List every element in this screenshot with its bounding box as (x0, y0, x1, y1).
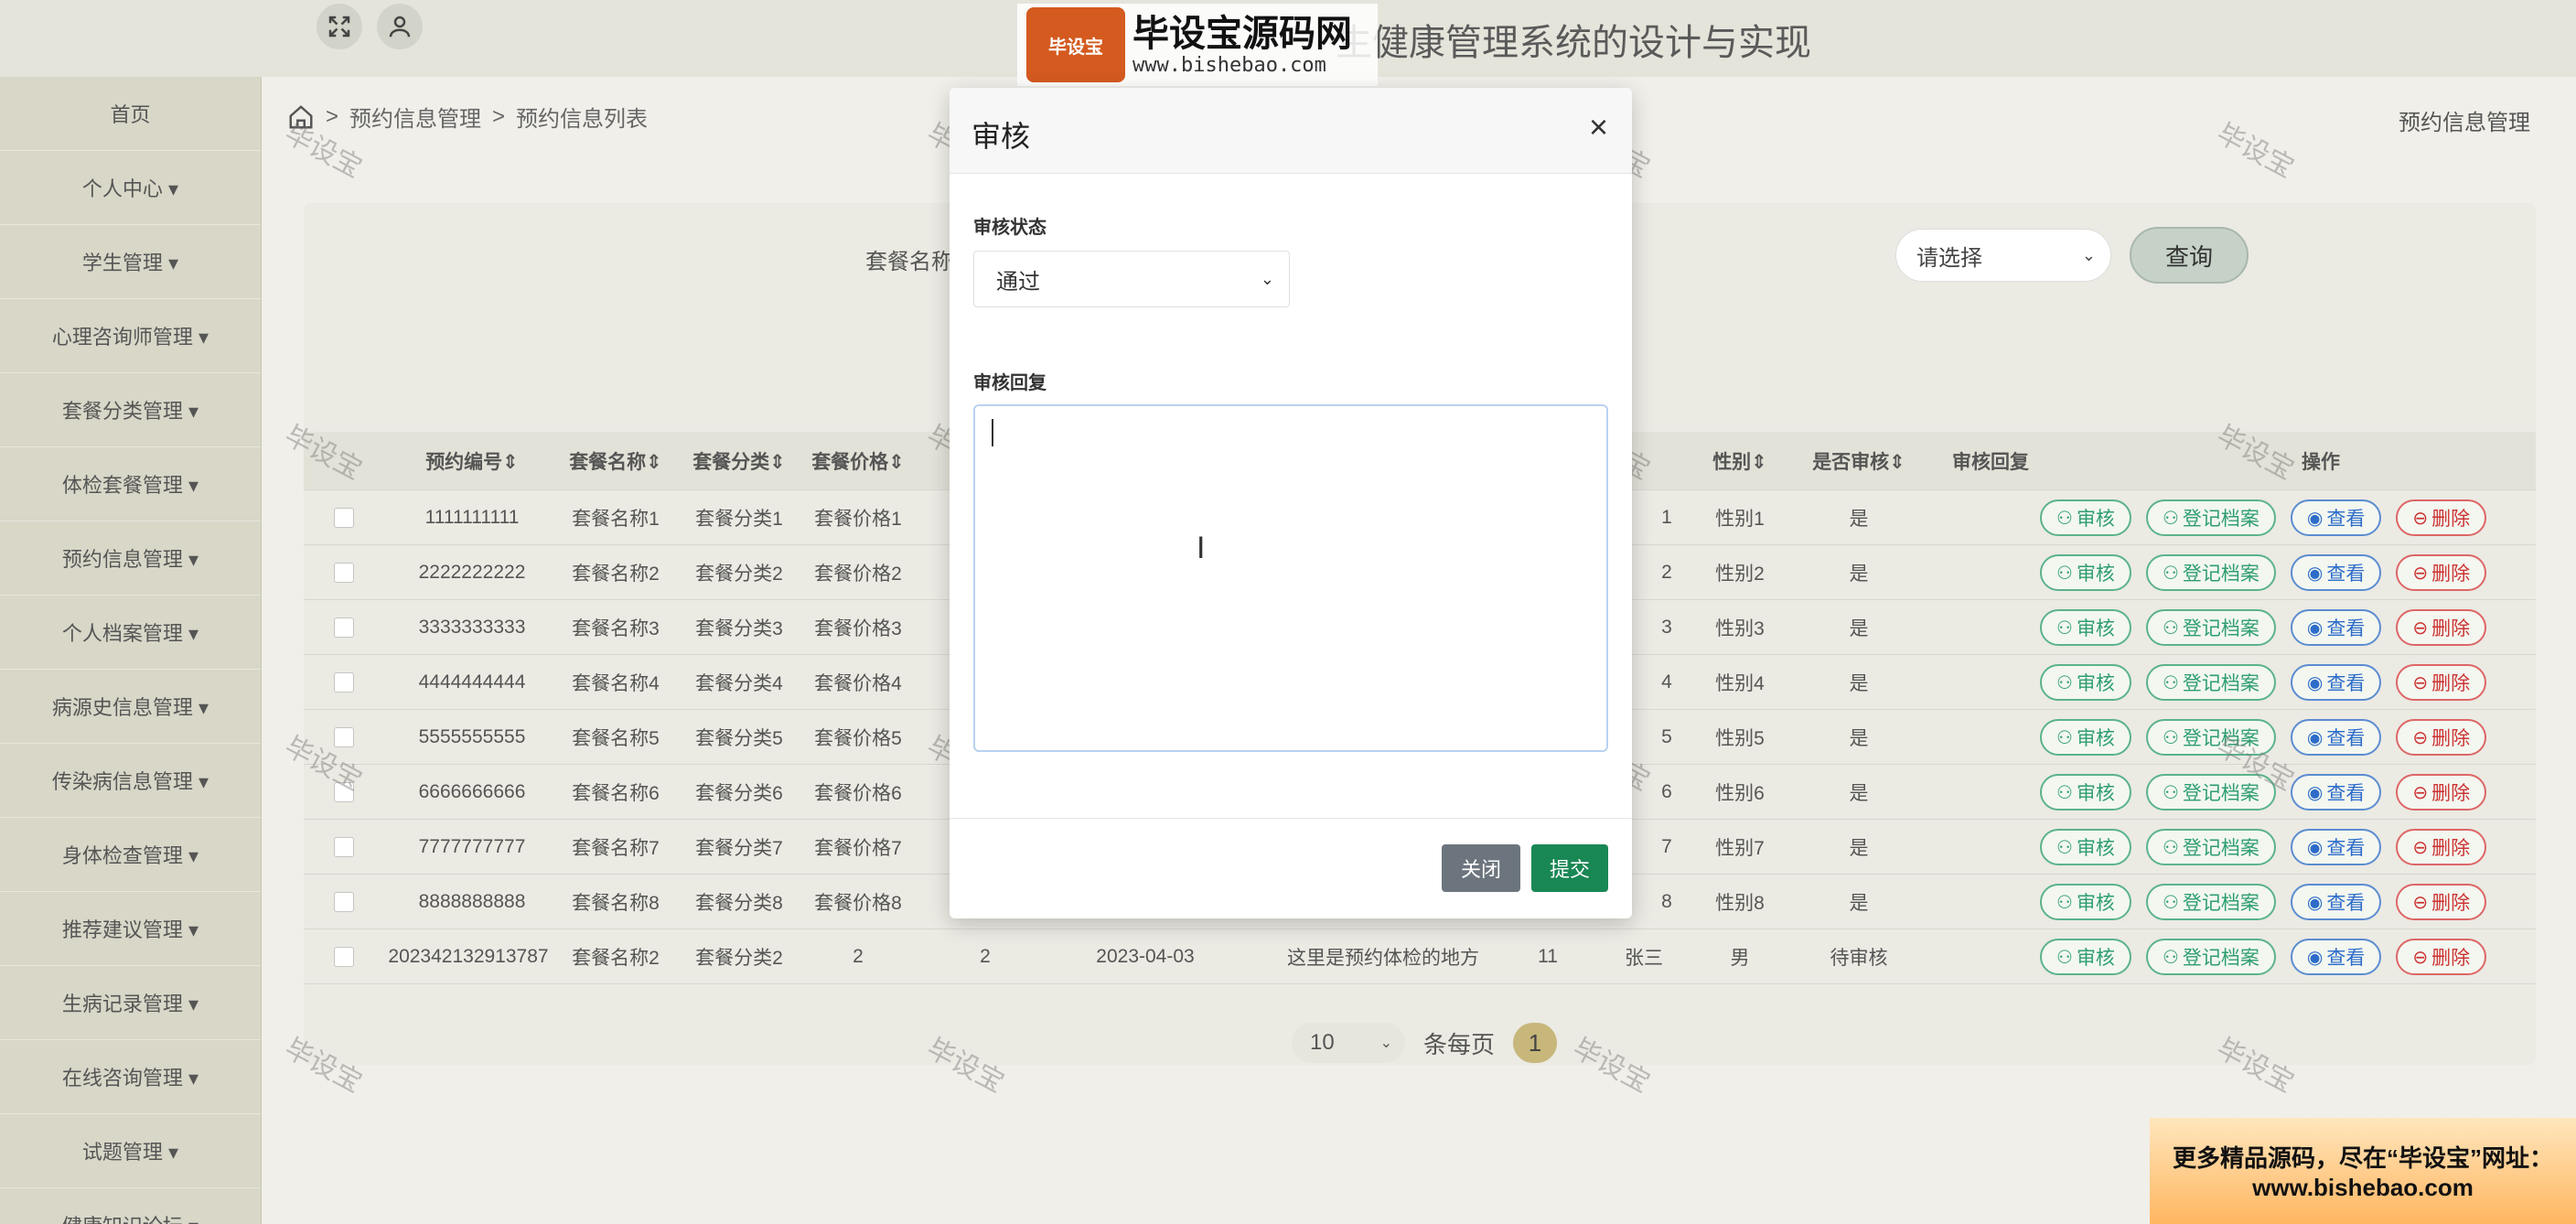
text-caret (992, 419, 993, 446)
reply-label: 审核回复 (973, 373, 1046, 393)
status-label: 审核状态 (973, 218, 1046, 238)
audit-modal: 审核 × 审核状态 通过 ⌄ 审核回复 关闭 提交 (950, 88, 1632, 918)
text-cursor-icon: I (1197, 531, 1206, 565)
audit-reply-textarea[interactable] (973, 404, 1608, 752)
chevron-down-icon: ⌄ (1260, 269, 1274, 288)
promo-line2: www.bishebao.com (2252, 1174, 2474, 1201)
modal-title: 审核 (971, 120, 1031, 153)
promo-banner: 更多精品源码，尽在“毕设宝”网址： www.bishebao.com (2150, 1118, 2576, 1224)
submit-button[interactable]: 提交 (1531, 844, 1608, 892)
close-button[interactable]: 关闭 (1442, 844, 1520, 892)
audit-status-select[interactable]: 通过 ⌄ (973, 251, 1290, 307)
modal-header: 审核 × (950, 88, 1632, 174)
promo-line1: 更多精品源码，尽在“毕设宝”网址： (2172, 1144, 2553, 1172)
audit-status-value: 通过 (996, 269, 1040, 295)
modal-footer: 关闭 提交 (950, 818, 1632, 918)
close-icon[interactable]: × (1589, 108, 1608, 146)
